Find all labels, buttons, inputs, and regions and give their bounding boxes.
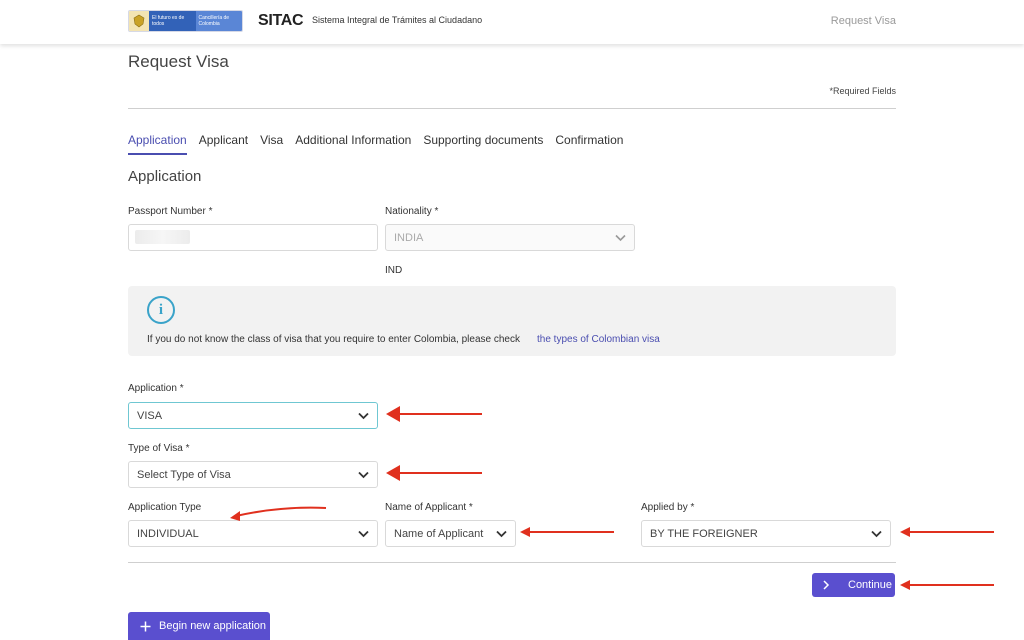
arrow-applied-by-head — [900, 527, 910, 537]
arrow-applicant-name-head — [520, 527, 530, 537]
arrow-continue-head — [900, 580, 910, 590]
arrow-application-type-head — [230, 511, 240, 521]
arrow-application-type — [235, 506, 327, 517]
annotation-arrows — [230, 406, 994, 590]
